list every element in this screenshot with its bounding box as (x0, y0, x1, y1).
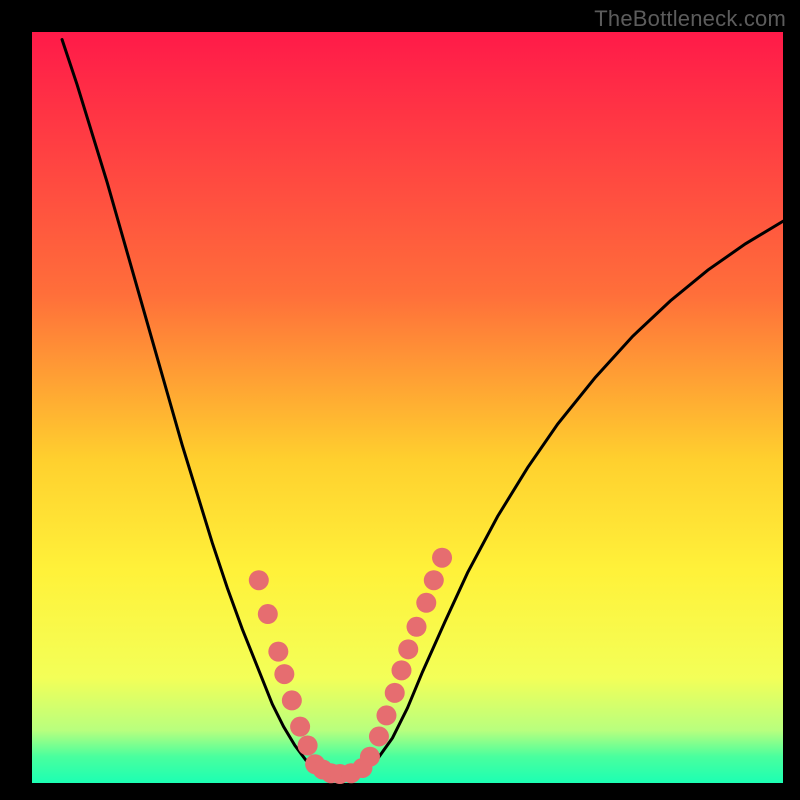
bottleneck-chart (0, 0, 800, 800)
marker-m-right-1 (360, 747, 380, 767)
marker-m-right-9 (424, 570, 444, 590)
marker-m-right-4 (385, 683, 405, 703)
marker-m-right-6 (398, 639, 418, 659)
watermark-text: TheBottleneck.com (594, 6, 786, 32)
marker-m-left-2 (258, 604, 278, 624)
marker-m-left-1 (249, 570, 269, 590)
chart-container: TheBottleneck.com (0, 0, 800, 800)
marker-m-left-3 (268, 642, 288, 662)
marker-m-right-3 (376, 705, 396, 725)
marker-m-left-4 (274, 664, 294, 684)
marker-m-right-7 (407, 617, 427, 637)
marker-m-left-5 (282, 690, 302, 710)
marker-m-left-7 (298, 735, 318, 755)
marker-m-right-2 (369, 726, 389, 746)
marker-m-right-10 (432, 548, 452, 568)
marker-m-right-8 (416, 593, 436, 613)
marker-m-left-6 (290, 717, 310, 737)
marker-m-right-5 (391, 660, 411, 680)
